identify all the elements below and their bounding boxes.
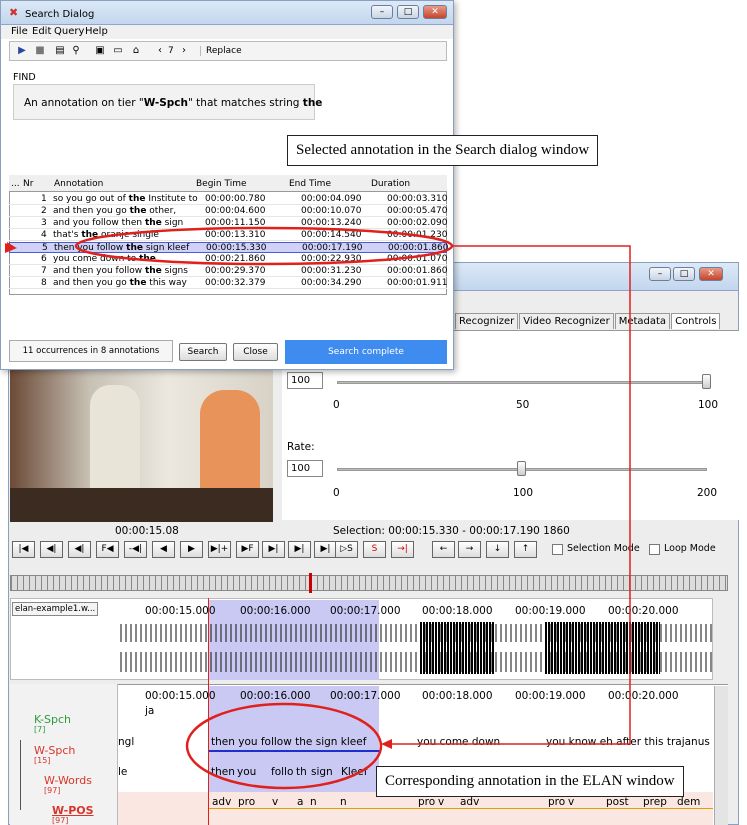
bottom-ellipse	[185, 702, 383, 790]
callout-bottom: Corresponding annotation in the ELAN win…	[376, 766, 684, 797]
connector-arrow	[381, 739, 392, 749]
connector-line	[383, 245, 631, 745]
callout-top: Selected annotation in the Search dialog…	[287, 135, 599, 166]
top-ellipse	[74, 226, 454, 266]
annotation-overlay	[5, 226, 631, 790]
left-marker-arrow	[5, 243, 17, 253]
